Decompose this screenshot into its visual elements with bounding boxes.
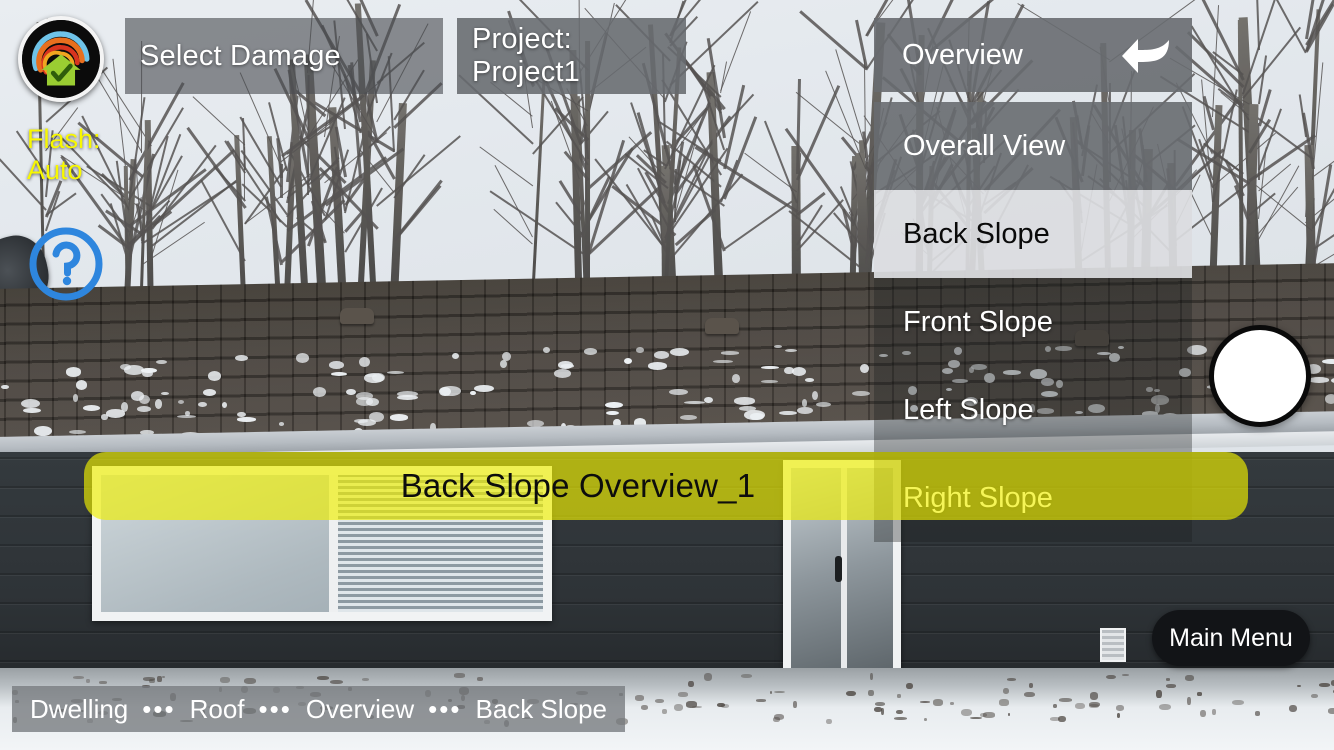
camera-capture-screen: Select Damage Project: Project1 Flash: A… — [0, 0, 1334, 750]
breadcrumb-item[interactable]: Back Slope — [475, 694, 607, 725]
breadcrumb: Dwelling ••• Roof ••• Overview ••• Back Slope — [12, 686, 626, 732]
slope-menu-item-label: Back Slope — [903, 217, 1050, 250]
photo-caption-banner[interactable]: Back Slope Overview_1 — [84, 452, 1248, 520]
slope-menu-item-label: Left Slope — [903, 393, 1034, 426]
flash-mode-toggle[interactable]: Flash: Auto — [27, 124, 101, 186]
breadcrumb-item[interactable]: Overview — [306, 694, 414, 725]
flash-value: Auto — [27, 155, 83, 185]
slope-menu-item[interactable]: Back Slope — [874, 190, 1192, 278]
main-menu-button[interactable]: Main Menu — [1152, 610, 1310, 666]
app-logo-icon[interactable] — [18, 16, 104, 102]
slope-menu-item-label: Overall View — [903, 129, 1066, 162]
project-label: Project: Project1 — [472, 23, 580, 88]
breadcrumb-separator: ••• — [258, 693, 292, 724]
breadcrumb-separator: ••• — [428, 693, 462, 724]
slope-menu-item[interactable]: Front Slope — [874, 278, 1192, 366]
menu-header-title: Overview — [902, 38, 1023, 71]
select-damage-button[interactable]: Select Damage — [125, 18, 443, 94]
main-menu-label: Main Menu — [1169, 623, 1293, 652]
slope-menu-item-label: Front Slope — [903, 305, 1053, 338]
camera-shutter-button[interactable] — [1209, 325, 1311, 427]
help-question-mark-icon[interactable] — [26, 224, 106, 304]
camera-overlay-ui: Select Damage Project: Project1 Flash: A… — [0, 0, 1334, 750]
breadcrumb-separator: ••• — [142, 693, 176, 724]
curved-back-arrow-icon[interactable] — [1119, 32, 1175, 78]
flash-label: Flash: — [27, 124, 101, 154]
select-damage-label: Select Damage — [140, 39, 341, 72]
slope-menu-item[interactable]: Left Slope — [874, 366, 1192, 454]
overview-slope-menu: Overview Overall View Back Slope Front Slo… — [874, 18, 1192, 542]
photo-caption-text: Back Slope Overview_1 — [400, 467, 756, 504]
breadcrumb-item[interactable]: Dwelling — [30, 694, 128, 725]
menu-header-overview[interactable]: Overview — [874, 18, 1192, 92]
project-button[interactable]: Project: Project1 — [457, 18, 686, 94]
breadcrumb-item[interactable]: Roof — [190, 694, 245, 725]
slope-menu-item[interactable]: Overall View — [874, 102, 1192, 190]
